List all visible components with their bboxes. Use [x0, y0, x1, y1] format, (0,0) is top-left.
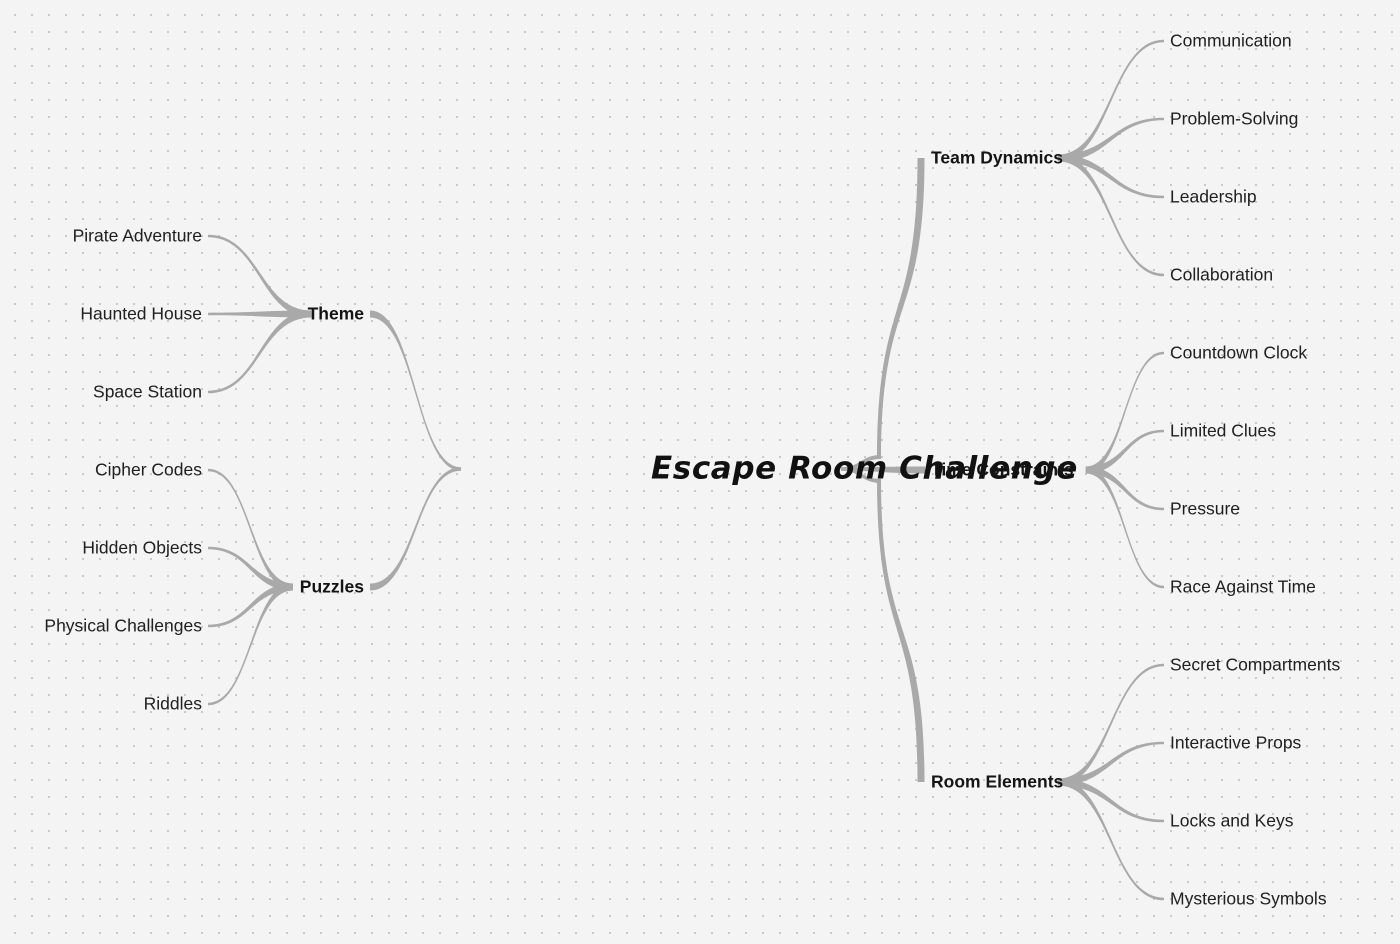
- edge-room-elements-locks-and-keys: [1057, 778, 1164, 823]
- leaf-node-pressure-label: Pressure: [1170, 498, 1241, 519]
- edge-theme-space-station: [208, 310, 312, 394]
- leaf-node-interactive-props[interactable]: Interactive Props: [1170, 734, 1301, 752]
- leaf-node-physical-challenges[interactable]: Physical Challenges: [44, 617, 202, 635]
- leaf-node-problem-solving-label: Problem-Solving: [1170, 108, 1299, 129]
- leaf-node-race-against-time[interactable]: Race Against Time: [1170, 578, 1316, 596]
- leaf-node-limited-clues[interactable]: Limited Clues: [1170, 422, 1276, 440]
- branch-node-team-dynamics[interactable]: Team Dynamics: [931, 149, 1063, 167]
- leaf-node-secret-compartments[interactable]: Secret Compartments: [1170, 656, 1340, 674]
- edge-root-room-elements: [877, 479, 925, 782]
- leaf-node-collaboration-label: Collaboration: [1170, 264, 1274, 285]
- leaf-node-cipher-codes-label: Cipher Codes: [95, 459, 202, 480]
- edge-puzzles-riddles: [208, 583, 293, 706]
- leaf-node-secret-compartments-label: Secret Compartments: [1170, 654, 1341, 675]
- leaf-node-communication-label: Communication: [1170, 30, 1292, 51]
- edge-root-team-dynamics: [877, 158, 925, 459]
- leaf-node-leadership[interactable]: Leadership: [1170, 188, 1257, 206]
- edge-root-theme: [370, 310, 461, 471]
- leaf-node-problem-solving[interactable]: Problem-Solving: [1170, 110, 1298, 128]
- leaf-node-leadership-label: Leadership: [1170, 186, 1257, 207]
- edge-time-constraints-limited-clues: [1085, 429, 1164, 474]
- edge-time-constraints-race-against-time: [1085, 466, 1164, 589]
- edge-team-dynamics-communication: [1057, 39, 1164, 162]
- edge-puzzles-cipher-codes: [208, 468, 293, 591]
- leaf-node-collaboration[interactable]: Collaboration: [1170, 266, 1273, 284]
- leaf-node-interactive-props-label: Interactive Props: [1170, 732, 1302, 753]
- leaf-node-countdown-clock-label: Countdown Clock: [1170, 342, 1308, 363]
- edge-room-elements-mysterious-symbols: [1057, 778, 1164, 901]
- leaf-node-mysterious-symbols-label: Mysterious Symbols: [1170, 888, 1327, 909]
- branch-node-room-elements[interactable]: Room Elements: [931, 773, 1063, 791]
- mindmap-canvas[interactable]: Escape Room Challenge Theme Pirate Advent…: [0, 0, 1400, 944]
- edge-root-puzzles: [370, 467, 461, 591]
- leaf-node-locks-and-keys-label: Locks and Keys: [1170, 810, 1294, 831]
- leaf-node-haunted-house[interactable]: Haunted House: [80, 305, 202, 323]
- leaf-node-race-against-time-label: Race Against Time: [1170, 576, 1316, 597]
- edge-puzzles-physical-challenges: [208, 583, 293, 628]
- leaf-node-riddles[interactable]: Riddles: [144, 695, 202, 713]
- leaf-node-space-station[interactable]: Space Station: [93, 383, 202, 401]
- leaf-node-mysterious-symbols[interactable]: Mysterious Symbols: [1170, 890, 1327, 908]
- edge-room-elements-interactive-props: [1057, 741, 1164, 786]
- edge-theme-haunted-house: [208, 310, 312, 318]
- branch-node-time-constraints-label: Time Constraints: [931, 459, 1074, 480]
- leaf-node-pressure[interactable]: Pressure: [1170, 500, 1240, 518]
- branch-node-theme[interactable]: Theme: [308, 305, 364, 323]
- leaf-node-space-station-label: Space Station: [93, 381, 202, 402]
- branch-node-team-dynamics-label: Team Dynamics: [931, 147, 1063, 168]
- leaf-node-cipher-codes[interactable]: Cipher Codes: [95, 461, 202, 479]
- branch-node-theme-label: Theme: [307, 303, 364, 324]
- leaf-node-physical-challenges-label: Physical Challenges: [44, 615, 202, 636]
- leaf-node-communication[interactable]: Communication: [1170, 32, 1292, 50]
- leaf-node-haunted-house-label: Haunted House: [80, 303, 202, 324]
- branch-node-puzzles-label: Puzzles: [299, 576, 364, 597]
- edge-time-constraints-pressure: [1085, 466, 1164, 511]
- edge-time-constraints-countdown-clock: [1085, 351, 1164, 474]
- branch-node-room-elements-label: Room Elements: [931, 771, 1064, 792]
- edge-team-dynamics-leadership: [1057, 154, 1164, 199]
- leaf-node-pirate-adventure[interactable]: Pirate Adventure: [73, 227, 202, 245]
- edge-room-elements-secret-compartments: [1057, 663, 1164, 786]
- leaf-node-locks-and-keys[interactable]: Locks and Keys: [1170, 812, 1294, 830]
- leaf-node-countdown-clock[interactable]: Countdown Clock: [1170, 344, 1307, 362]
- edge-theme-pirate-adventure: [208, 234, 312, 318]
- edge-puzzles-hidden-objects: [208, 546, 293, 591]
- leaf-node-riddles-label: Riddles: [143, 693, 202, 714]
- branch-node-puzzles[interactable]: Puzzles: [300, 578, 364, 596]
- leaf-node-limited-clues-label: Limited Clues: [1170, 420, 1277, 441]
- leaf-node-hidden-objects[interactable]: Hidden Objects: [82, 539, 202, 557]
- edge-team-dynamics-collaboration: [1057, 154, 1164, 277]
- edge-team-dynamics-problem-solving: [1057, 117, 1164, 162]
- leaf-node-pirate-adventure-label: Pirate Adventure: [72, 225, 202, 246]
- leaf-node-hidden-objects-label: Hidden Objects: [82, 537, 202, 558]
- branch-node-time-constraints[interactable]: Time Constraints: [931, 461, 1074, 479]
